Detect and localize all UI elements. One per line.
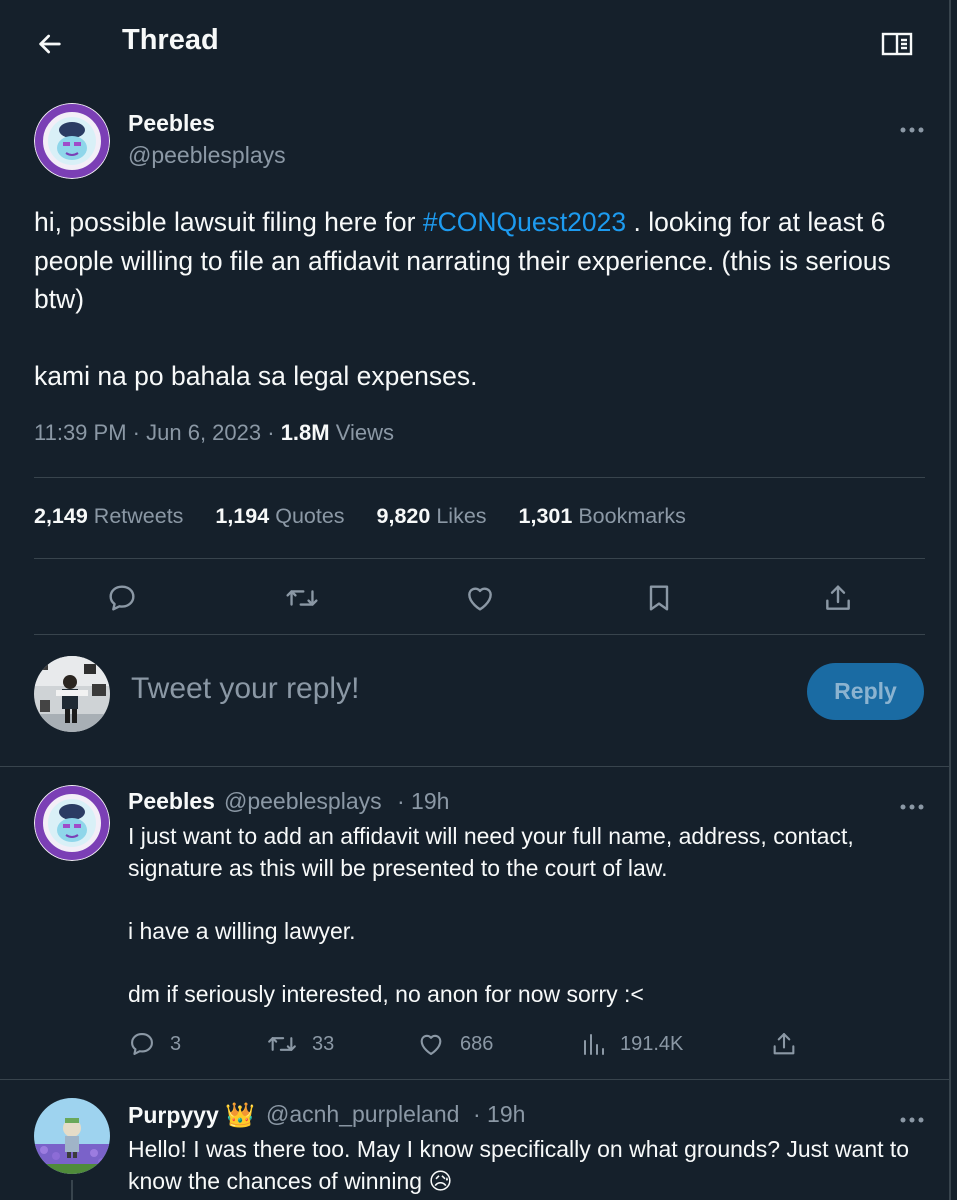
reply-views-button[interactable]: 191.4K xyxy=(582,1030,683,1058)
stat-quotes[interactable]: 1,194 Quotes xyxy=(215,504,344,529)
hashtag-link[interactable]: #CONQuest2023 xyxy=(423,207,626,237)
bookmark-icon xyxy=(649,585,669,611)
more-dots-icon xyxy=(900,804,924,810)
reply-text-paragraph: i have a willing lawyer. xyxy=(128,918,356,944)
author-name-text: Purpyyy xyxy=(128,1102,219,1128)
reader-mode-button[interactable] xyxy=(880,30,914,58)
bar-chart-icon xyxy=(584,1034,604,1055)
reply-retweet-button[interactable]: 33 xyxy=(266,1030,334,1058)
peebles-avatar-image xyxy=(34,103,110,179)
share-upload-icon xyxy=(773,1033,795,1055)
stat-retweets[interactable]: 2,149 Retweets xyxy=(34,504,183,529)
reply-text-paragraph: dm if seriously interested, no anon for … xyxy=(128,981,644,1007)
stat-likes[interactable]: 9,820 Likes xyxy=(377,504,487,529)
divider xyxy=(34,634,925,635)
share-action-button[interactable] xyxy=(822,582,854,614)
divider xyxy=(34,558,925,559)
tweet-text-part: hi, possible lawsuit filing here for xyxy=(34,207,423,237)
sad-face-emoji: 😥 xyxy=(428,1167,453,1194)
reply-action-button[interactable] xyxy=(106,582,138,614)
views-label: Views xyxy=(335,420,395,445)
retweet-action-button[interactable] xyxy=(285,582,318,614)
avatar-reply-author[interactable] xyxy=(34,1098,110,1174)
reply-more-button[interactable] xyxy=(899,1111,925,1123)
meta-separator: · xyxy=(132,420,140,445)
main-tweet-text: hi, possible lawsuit filing here for #CO… xyxy=(34,203,934,395)
tweet-meta: 11:39 PM · Jun 6, 2023 · 1.8M Views xyxy=(34,420,394,446)
like-count: 686 xyxy=(460,1032,494,1055)
reply-time[interactable]: · 19h xyxy=(397,788,449,815)
back-button[interactable] xyxy=(34,28,66,60)
main-author-name[interactable]: Peebles xyxy=(128,110,215,137)
reply-like-button[interactable]: 686 xyxy=(416,1030,493,1058)
avatar-main-author[interactable] xyxy=(34,103,110,179)
reply-author-name[interactable]: Peebles xyxy=(128,788,215,815)
more-dots-icon xyxy=(900,127,924,133)
speech-bubble-icon xyxy=(131,1033,153,1055)
tweet-date[interactable]: Jun 6, 2023 xyxy=(146,420,261,445)
more-dots-icon xyxy=(900,1117,924,1123)
peebles-avatar-image xyxy=(34,785,110,861)
heart-icon xyxy=(420,1034,442,1055)
divider xyxy=(0,1079,951,1080)
avatar-reply-author[interactable] xyxy=(34,785,110,861)
tweet-stats: 2,149 Retweets 1,194 Quotes 9,820 Likes … xyxy=(34,504,718,529)
speech-bubble-icon xyxy=(109,585,135,611)
views-count: 1.8M xyxy=(280,420,330,445)
reply-share-button[interactable] xyxy=(770,1030,812,1058)
reply-author-name[interactable]: Purpyyy 👑 xyxy=(128,1101,255,1130)
heart-icon xyxy=(468,587,492,611)
reply-input[interactable]: Tweet your reply! xyxy=(131,672,359,706)
reply-count: 3 xyxy=(170,1032,182,1055)
reply-more-button[interactable] xyxy=(899,798,925,810)
crown-badge-icon: 👑 xyxy=(225,1102,256,1129)
tweet-text-paragraph: kami na po bahala sa legal expenses. xyxy=(34,360,478,391)
like-action-button[interactable] xyxy=(464,582,496,614)
reply-text-paragraph: I just want to add an affidavit will nee… xyxy=(128,823,854,881)
bookmark-action-button[interactable] xyxy=(643,582,675,614)
main-tweet-more-button[interactable] xyxy=(899,121,925,133)
book-open-icon xyxy=(881,32,913,56)
share-upload-icon xyxy=(826,585,850,610)
reply-reply-button[interactable]: 3 xyxy=(128,1030,181,1058)
page-title: Thread xyxy=(122,24,219,56)
divider xyxy=(34,477,925,478)
reply-author-handle[interactable]: @acnh_purpleland xyxy=(266,1101,459,1128)
current-user-avatar[interactable] xyxy=(34,656,110,732)
reply-text: Hello! I was there too. May I know speci… xyxy=(128,1134,928,1197)
reply-time[interactable]: · 19h xyxy=(473,1101,525,1128)
thread-connector-line xyxy=(71,1180,73,1200)
thread-page: Thread Peebles @peeblesplays hi, possibl… xyxy=(0,0,951,1200)
arrow-left-icon xyxy=(39,34,61,54)
meta-separator: · xyxy=(267,420,275,445)
retweet-icon xyxy=(286,590,318,606)
reply-author-handle[interactable]: @peeblesplays xyxy=(224,788,382,815)
purpyyy-avatar-image xyxy=(34,1098,110,1174)
reply-text-content: Hello! I was there too. May I know speci… xyxy=(128,1136,910,1194)
top-bar: Thread xyxy=(0,0,951,88)
main-author-handle[interactable]: @peeblesplays xyxy=(128,142,286,169)
retweet-count: 33 xyxy=(312,1032,335,1055)
view-count: 191.4K xyxy=(620,1032,684,1055)
tweet-time[interactable]: 11:39 PM xyxy=(34,420,127,445)
retweet-icon xyxy=(268,1037,296,1051)
divider xyxy=(0,766,951,767)
reply-button[interactable]: Reply xyxy=(807,663,924,720)
stat-bookmarks[interactable]: 1,301 Bookmarks xyxy=(519,504,686,529)
user-photo-image xyxy=(34,656,110,732)
